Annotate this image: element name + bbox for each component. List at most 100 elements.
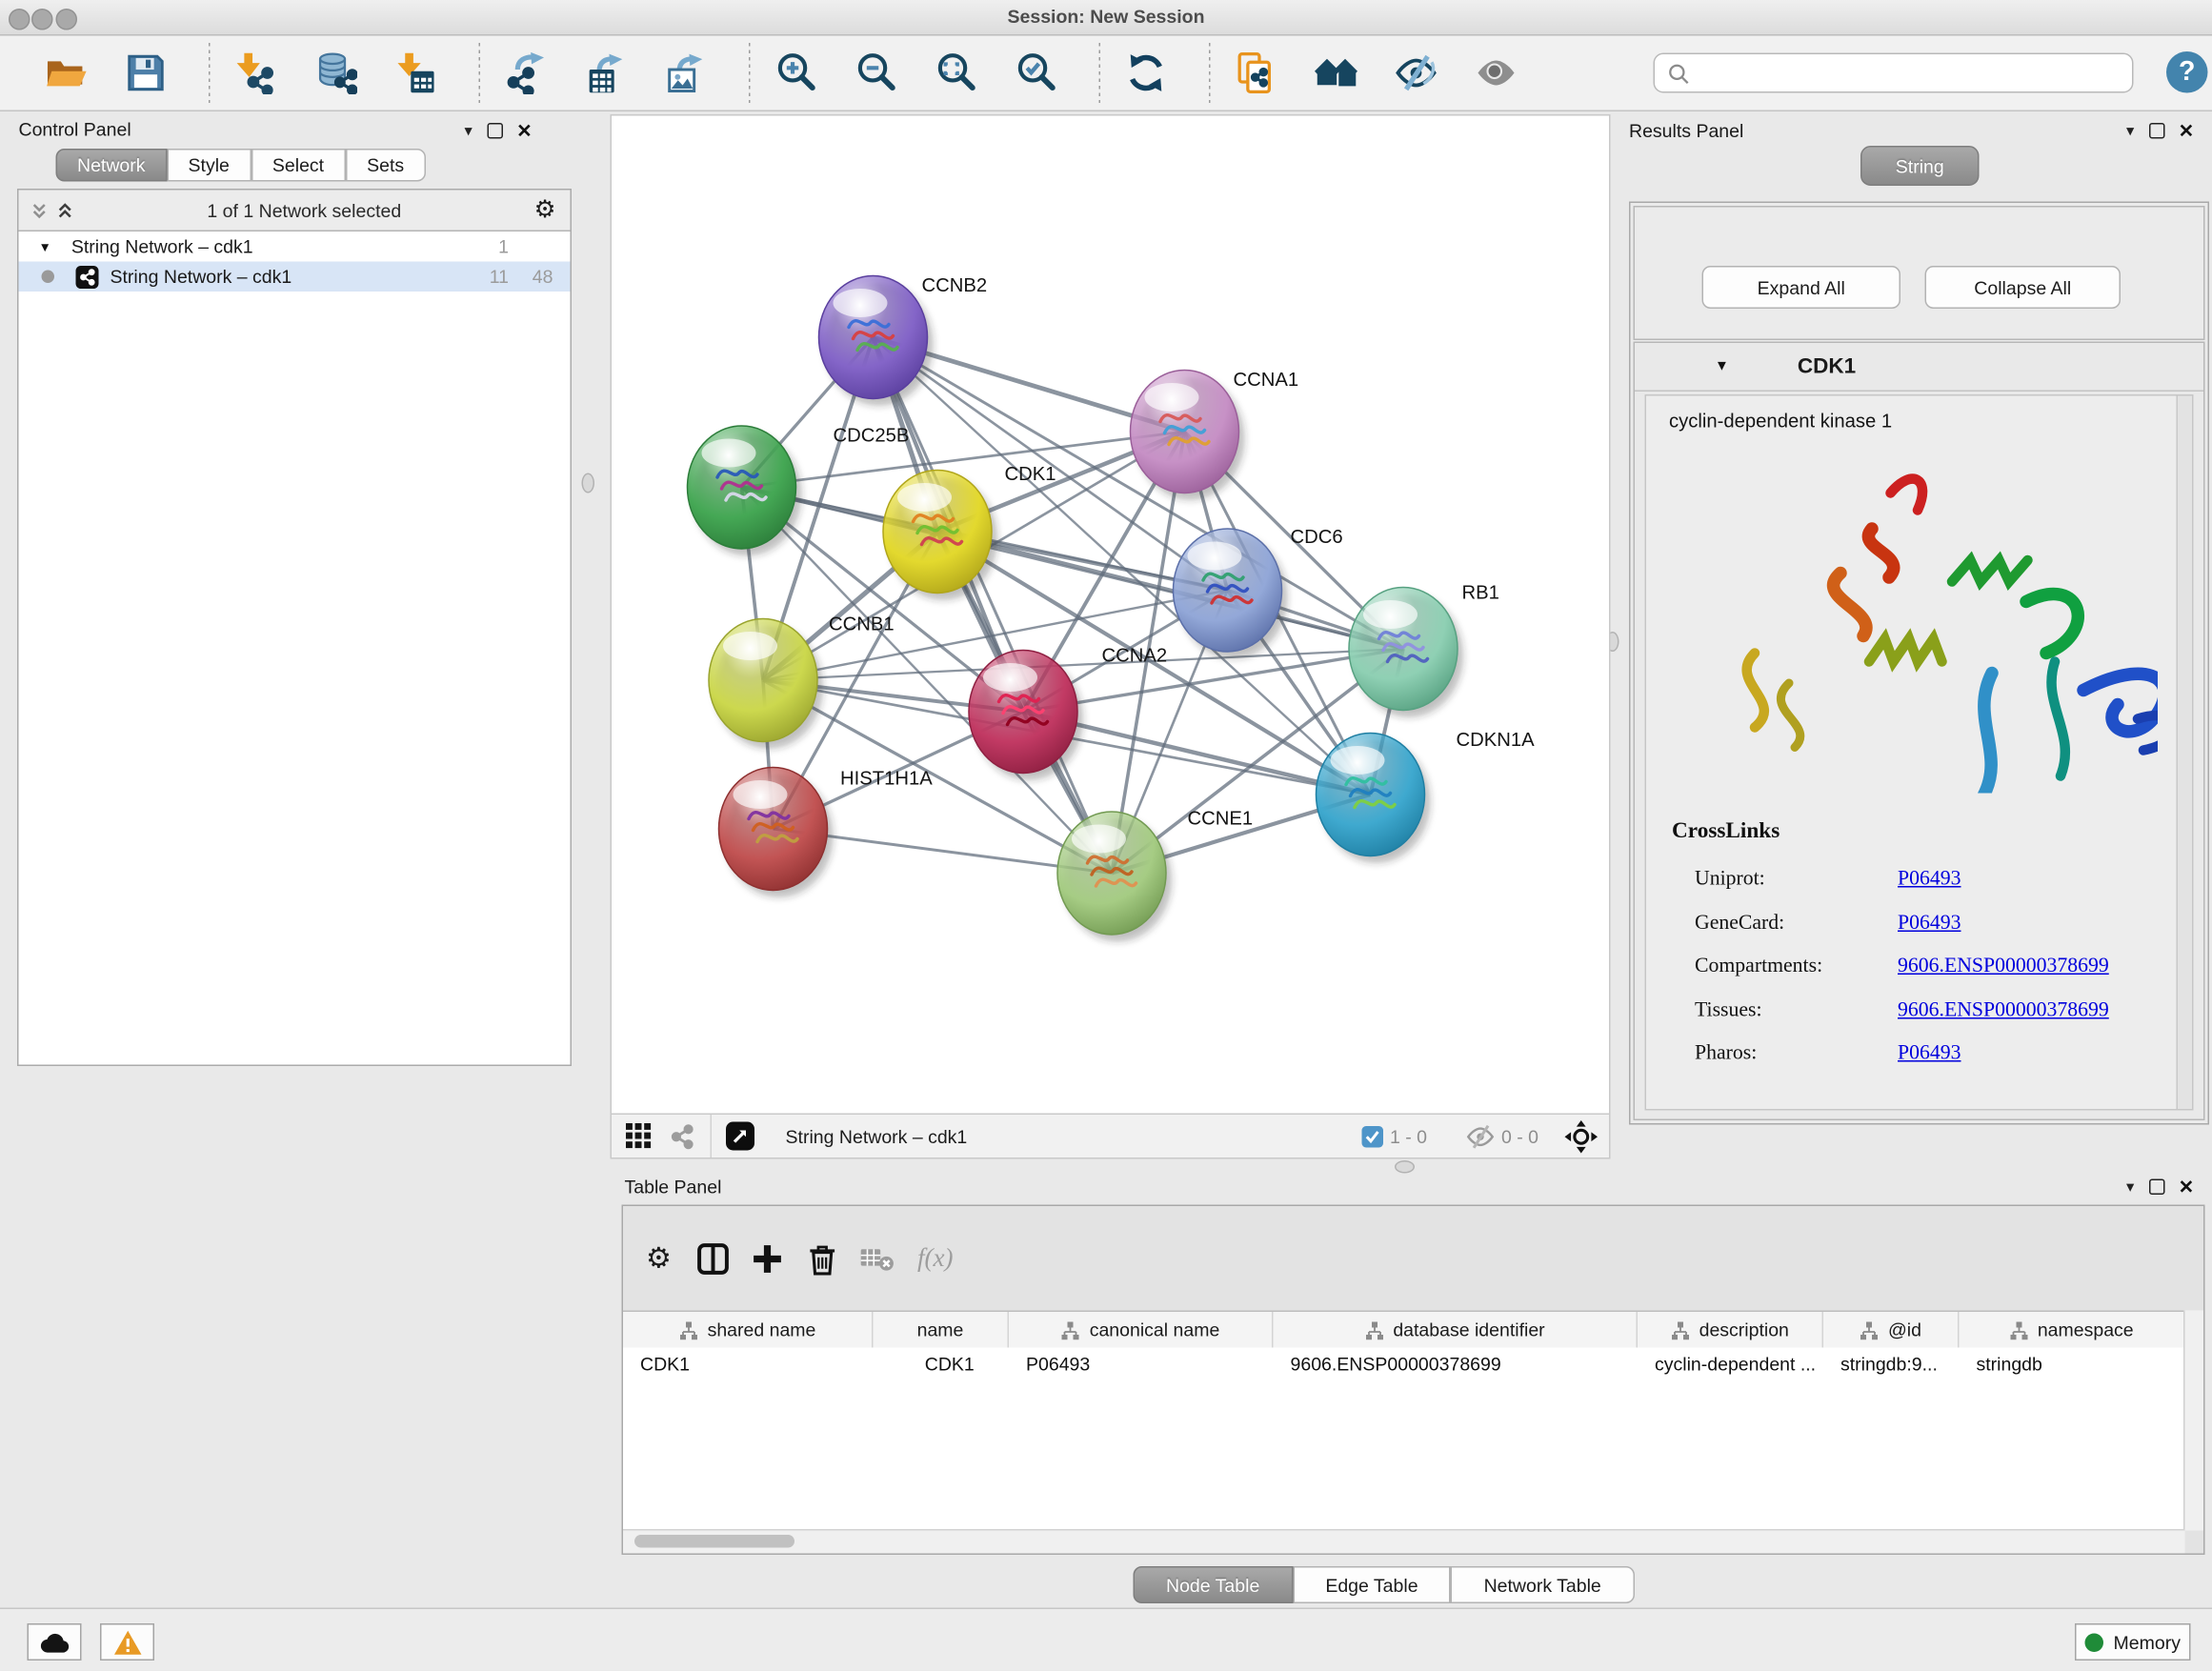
tab-style[interactable]: Style bbox=[167, 149, 251, 182]
network-node-ccna1[interactable] bbox=[1130, 371, 1244, 501]
panel-menu-icon[interactable]: ▾ bbox=[2126, 124, 2134, 138]
zoom-fit-button[interactable] bbox=[931, 46, 982, 100]
crosslink-link[interactable]: 9606.ENSP00000378699 bbox=[1898, 955, 2109, 977]
table-cell[interactable]: stringdb bbox=[1960, 1353, 2185, 1375]
panel-menu-icon[interactable]: ▾ bbox=[465, 124, 473, 138]
show-all-button[interactable] bbox=[1471, 46, 1522, 100]
network-collection-row[interactable]: ▼ String Network – cdk1 1 bbox=[19, 232, 571, 262]
import-network-database-button[interactable] bbox=[311, 46, 362, 100]
expand-all-button[interactable]: Expand All bbox=[1702, 266, 1901, 309]
crosslink-link[interactable]: P06493 bbox=[1898, 911, 1961, 934]
clone-network-button[interactable] bbox=[1231, 46, 1282, 100]
table-horizontal-scrollbar[interactable] bbox=[623, 1529, 2185, 1554]
crosslink-link[interactable]: 9606.ENSP00000378699 bbox=[1898, 998, 2109, 1021]
column-header-canonical-name[interactable]: canonical name bbox=[1009, 1312, 1274, 1348]
network-node-rb1[interactable] bbox=[1349, 588, 1463, 718]
tab-select[interactable]: Select bbox=[251, 149, 345, 182]
collapse-all-networks-icon[interactable] bbox=[56, 201, 75, 220]
table-cell[interactable]: 9606.ENSP00000378699 bbox=[1274, 1353, 1639, 1375]
import-table-file-button[interactable] bbox=[391, 46, 442, 100]
table-row[interactable]: CDK1CDK1P064939606.ENSP00000378699cyclin… bbox=[623, 1348, 2185, 1379]
horizontal-splitter-handle[interactable] bbox=[1395, 1160, 1415, 1174]
create-column-plus-icon[interactable] bbox=[746, 1237, 789, 1279]
network-node-hist1h1a[interactable] bbox=[718, 768, 833, 898]
column-header-name[interactable]: name bbox=[874, 1312, 1010, 1348]
cloud-button[interactable] bbox=[28, 1623, 82, 1661]
gene-section-header[interactable]: ▼ CDK1 bbox=[1635, 343, 2203, 392]
network-row[interactable]: String Network – cdk1 11 48 bbox=[19, 262, 571, 292]
hide-selected-button[interactable] bbox=[1391, 46, 1442, 100]
panel-menu-icon[interactable]: ▾ bbox=[2126, 1179, 2134, 1194]
warning-button[interactable] bbox=[100, 1623, 154, 1661]
table-cell[interactable]: P06493 bbox=[1009, 1353, 1274, 1375]
refresh-layout-button[interactable] bbox=[1120, 46, 1172, 100]
show-columns-icon[interactable] bbox=[692, 1237, 734, 1279]
tab-node-table[interactable]: Node Table bbox=[1134, 1566, 1293, 1603]
panel-close-icon[interactable]: ✕ bbox=[2179, 123, 2194, 139]
panel-float-icon[interactable] bbox=[2148, 123, 2164, 139]
column-header--id[interactable]: @id bbox=[1823, 1312, 1960, 1348]
panel-close-icon[interactable]: ✕ bbox=[516, 123, 532, 139]
network-node-cdk1[interactable] bbox=[883, 471, 997, 601]
column-header-namespace[interactable]: namespace bbox=[1960, 1312, 2185, 1348]
export-image-button[interactable] bbox=[660, 46, 712, 100]
network-node-ccnb2[interactable] bbox=[818, 276, 933, 407]
column-header-shared-name[interactable]: shared name bbox=[623, 1312, 874, 1348]
tab-network-table[interactable]: Network Table bbox=[1451, 1566, 1634, 1603]
export-table-file-button[interactable] bbox=[580, 46, 632, 100]
tab-network[interactable]: Network bbox=[56, 149, 168, 182]
grid-view-icon[interactable] bbox=[626, 1123, 652, 1149]
panel-float-icon[interactable] bbox=[2148, 1179, 2164, 1196]
collapse-all-button[interactable]: Collapse All bbox=[1925, 266, 2122, 309]
network-node-ccne1[interactable] bbox=[1057, 812, 1172, 942]
table-cell[interactable]: stringdb:9... bbox=[1823, 1353, 1960, 1375]
detach-view-icon[interactable] bbox=[726, 1122, 754, 1151]
table-cell[interactable]: CDK1 bbox=[874, 1353, 1010, 1375]
scrollbar-thumb[interactable] bbox=[634, 1535, 794, 1548]
zoom-in-button[interactable] bbox=[771, 46, 822, 100]
function-builder-icon[interactable]: f(x) bbox=[917, 1243, 953, 1274]
help-button[interactable]: ? bbox=[2166, 51, 2208, 93]
section-collapse-icon[interactable]: ▼ bbox=[1715, 359, 1729, 375]
table-options-gear-icon[interactable]: ⚙ bbox=[637, 1237, 680, 1279]
search-box[interactable] bbox=[1654, 53, 2134, 93]
tab-string[interactable]: String bbox=[1860, 146, 1980, 186]
panel-close-icon[interactable]: ✕ bbox=[2179, 1179, 2194, 1196]
tree-expand-icon[interactable]: ▼ bbox=[39, 239, 51, 253]
tab-edge-table[interactable]: Edge Table bbox=[1293, 1566, 1451, 1603]
tab-sets[interactable]: Sets bbox=[346, 149, 426, 182]
network-canvas[interactable]: CCNB2CCNA1CDC25BCDK1CDC6RB1CCNB1CCNA2CDK… bbox=[610, 114, 1610, 1115]
table-cell[interactable]: CDK1 bbox=[623, 1353, 874, 1375]
column-header-database-identifier[interactable]: database identifier bbox=[1274, 1312, 1639, 1348]
first-neighbors-button[interactable] bbox=[1311, 46, 1362, 100]
search-input[interactable] bbox=[1699, 61, 2133, 86]
network-node-cdkn1a[interactable] bbox=[1316, 734, 1430, 864]
selected-checkbox-icon[interactable] bbox=[1361, 1125, 1383, 1147]
network-node-cdc6[interactable] bbox=[1173, 529, 1287, 659]
hidden-eye-slash-icon[interactable] bbox=[1466, 1124, 1495, 1149]
network-node-cdc25b[interactable] bbox=[687, 426, 801, 556]
results-vertical-scrollbar[interactable] bbox=[2177, 396, 2193, 1110]
panel-float-icon[interactable] bbox=[487, 123, 503, 139]
network-node-ccnb1[interactable] bbox=[709, 619, 823, 750]
save-session-button[interactable] bbox=[120, 46, 171, 100]
left-splitter-handle[interactable] bbox=[582, 473, 595, 493]
network-share-view-icon[interactable] bbox=[669, 1122, 696, 1150]
memory-button[interactable]: Memory bbox=[2075, 1623, 2191, 1661]
table-cell[interactable]: cyclin-dependent ... bbox=[1638, 1353, 1823, 1375]
network-options-gear-icon[interactable]: ⚙ bbox=[534, 198, 556, 223]
column-header-description[interactable]: description bbox=[1638, 1312, 1823, 1348]
fit-content-crosshair-icon[interactable] bbox=[1564, 1119, 1598, 1153]
zoom-selected-button[interactable] bbox=[1011, 46, 1062, 100]
delete-column-trash-icon[interactable] bbox=[800, 1237, 843, 1279]
open-session-button[interactable] bbox=[40, 46, 91, 100]
delete-table-icon[interactable] bbox=[855, 1237, 897, 1279]
export-network-file-button[interactable] bbox=[500, 46, 552, 100]
zoom-out-button[interactable] bbox=[851, 46, 902, 100]
expand-all-networks-icon[interactable] bbox=[30, 201, 50, 220]
table-vertical-scrollbar[interactable] bbox=[2183, 1311, 2203, 1531]
network-edge[interactable] bbox=[873, 337, 1112, 874]
crosslink-link[interactable]: P06493 bbox=[1898, 1042, 1961, 1065]
import-network-file-button[interactable] bbox=[231, 46, 282, 100]
network-node-ccna2[interactable] bbox=[969, 651, 1083, 781]
